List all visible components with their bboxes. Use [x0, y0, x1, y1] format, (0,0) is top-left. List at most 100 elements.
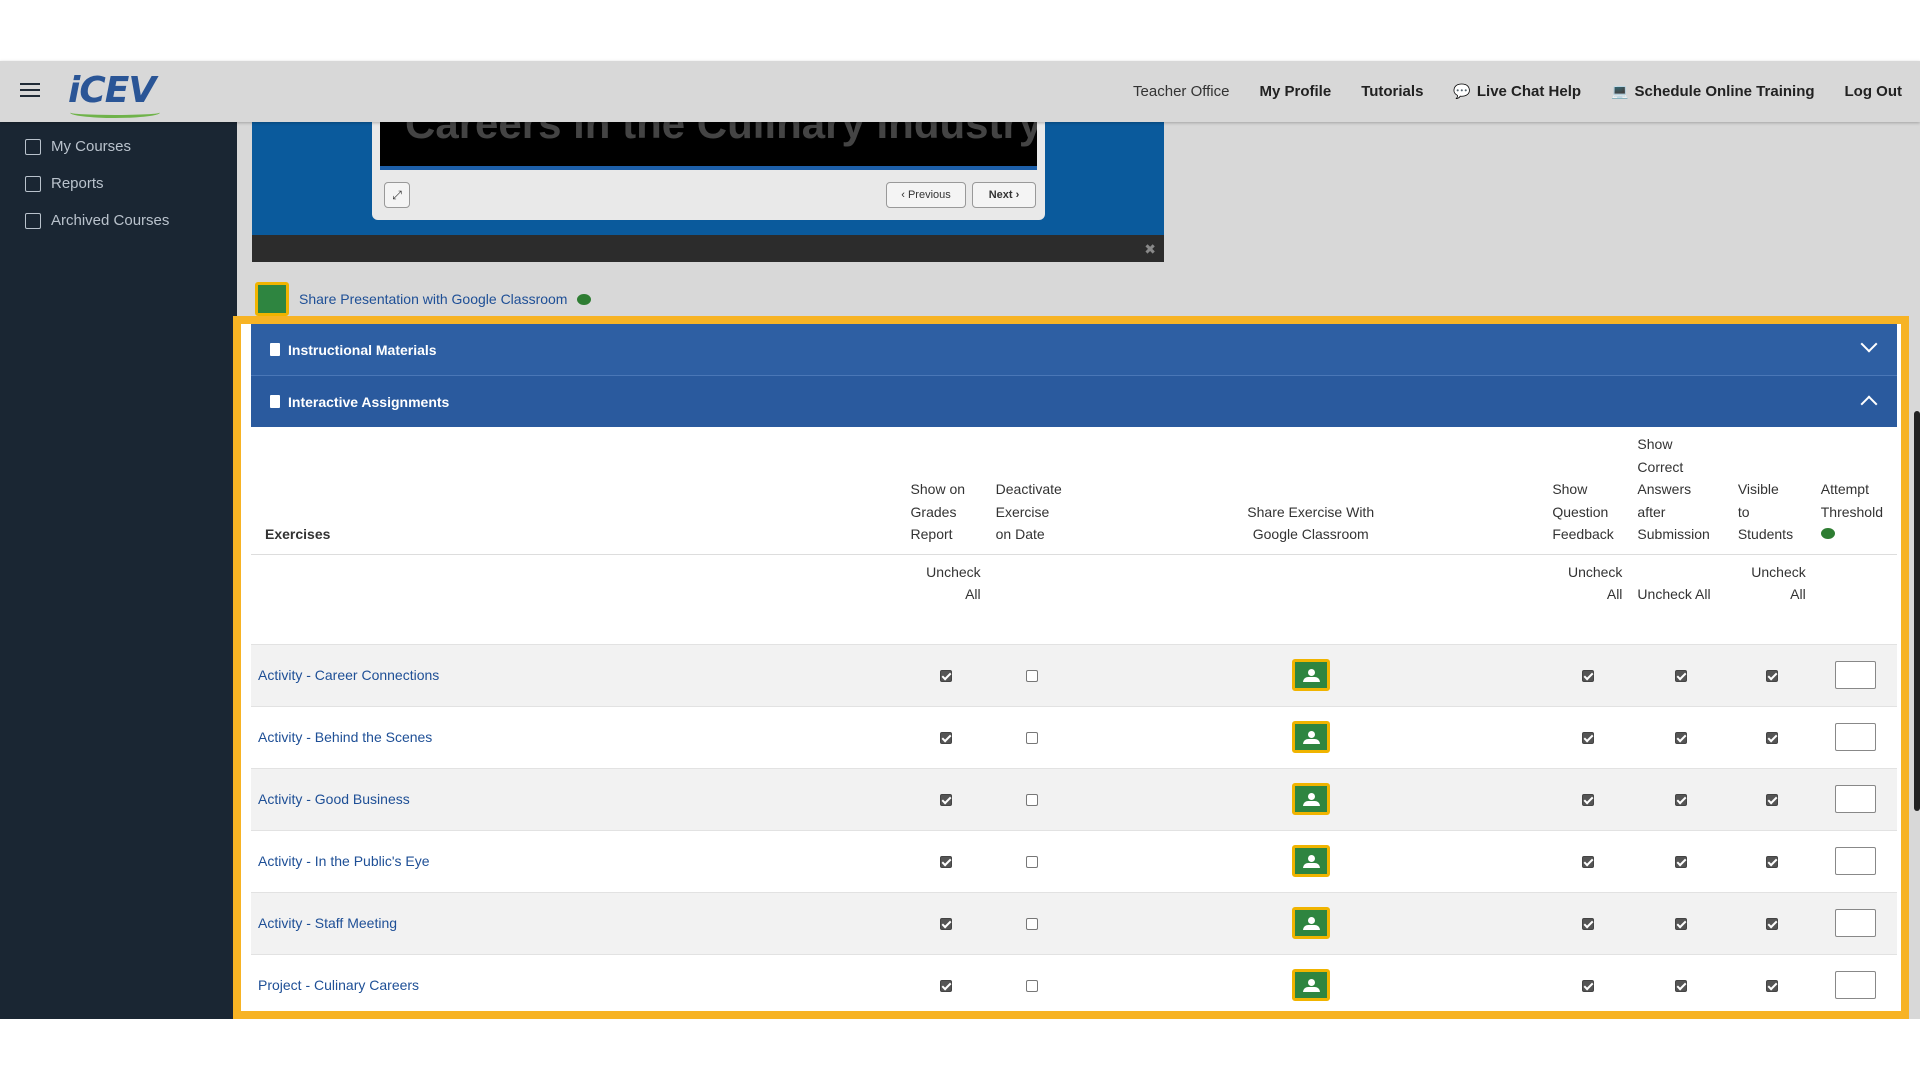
sidebar-item-my-courses[interactable]: My Courses: [0, 128, 237, 165]
question-feedback-checkbox[interactable]: [1581, 980, 1594, 993]
exercise-link[interactable]: Activity - Behind the Scenes: [258, 729, 432, 745]
accordion-instructional-materials[interactable]: Instructional Materials: [251, 324, 1897, 375]
question-feedback-checkbox[interactable]: [1581, 732, 1594, 745]
show-on-grades-checkbox[interactable]: [940, 918, 953, 931]
header-line: Exercise: [995, 503, 1050, 520]
header-line: Correct: [1637, 458, 1684, 475]
nav-teacher-office[interactable]: Teacher Office: [1133, 83, 1229, 100]
link-line: All: [965, 586, 981, 602]
question-feedback-checkbox[interactable]: [1581, 670, 1594, 683]
google-classroom-share-icon[interactable]: [1291, 659, 1330, 691]
sidebar-item-label: My Courses: [51, 138, 132, 155]
exercise-link[interactable]: Project - Culinary Careers: [258, 977, 419, 993]
nav-tutorials[interactable]: Tutorials: [1361, 83, 1423, 100]
question-feedback-checkbox[interactable]: [1581, 918, 1594, 931]
exercise-link[interactable]: Activity - Good Business: [258, 791, 410, 807]
google-classroom-share-icon[interactable]: [1291, 969, 1330, 1001]
exercise-link[interactable]: Activity - Staff Meeting: [258, 915, 397, 931]
attempt-threshold-input[interactable]: [1834, 785, 1876, 813]
attempt-threshold-input[interactable]: [1834, 847, 1876, 875]
google-classroom-share-icon[interactable]: [1291, 845, 1330, 877]
show-on-grades-checkbox[interactable]: [940, 794, 953, 807]
header-grades-report: Show on Grades Report: [904, 427, 989, 554]
visible-to-students-checkbox[interactable]: [1766, 856, 1779, 869]
link-line: Uncheck: [1567, 563, 1623, 580]
nav-log-out[interactable]: Log Out: [1845, 83, 1902, 100]
correct-answers-checkbox[interactable]: [1674, 732, 1687, 745]
comment-icon[interactable]: [1820, 528, 1835, 539]
cell: [1545, 1016, 1630, 1019]
correct-answers-checkbox[interactable]: [1674, 856, 1687, 869]
accordion-title: Interactive Assignments: [288, 393, 450, 410]
visible-to-students-checkbox[interactable]: [1766, 670, 1779, 683]
logo-swoosh: [70, 107, 160, 118]
expand-icon[interactable]: ⤢: [384, 182, 410, 208]
comment-icon[interactable]: [577, 293, 592, 305]
deactivate-exercise-checkbox[interactable]: [1026, 670, 1039, 683]
link-line: All: [1606, 586, 1623, 602]
assignments-panel: Instructional Materials Interactive Assi…: [233, 316, 1909, 1019]
show-on-grades-checkbox[interactable]: [940, 856, 953, 869]
nav-my-profile[interactable]: My Profile: [1260, 83, 1332, 100]
correct-answers-checkbox[interactable]: [1674, 794, 1687, 807]
visible-to-students-checkbox[interactable]: [1766, 732, 1779, 745]
previous-button[interactable]: ‹ Previous: [886, 182, 966, 208]
cell: [1630, 767, 1731, 830]
correct-answers-checkbox[interactable]: [1674, 670, 1687, 683]
nav-schedule-training[interactable]: 💻 Schedule Online Training: [1611, 83, 1814, 100]
correct-answers-checkbox[interactable]: [1674, 980, 1687, 993]
table-row: Project - Culinary Careers: [251, 953, 1897, 1011]
menu-icon[interactable]: [20, 83, 40, 99]
header-line: Visible: [1737, 481, 1779, 497]
exercise-link[interactable]: Activity - In the Public's Eye: [258, 853, 430, 869]
sidebar: My Courses Reports Archived Courses: [0, 122, 237, 1019]
show-on-grades-checkbox[interactable]: [940, 980, 953, 993]
uncheck-all-grades[interactable]: Uncheck All: [903, 553, 989, 644]
slide-title: Careers in the Culinary Industry: [405, 122, 1037, 147]
cell: [1730, 829, 1814, 892]
next-button[interactable]: Next ›: [972, 182, 1036, 208]
uncheck-all-visible[interactable]: Uncheck All: [1730, 553, 1814, 644]
deactivate-exercise-checkbox[interactable]: [1026, 918, 1039, 931]
page-scrollbar[interactable]: [1914, 411, 1920, 811]
accordion-interactive-assignments[interactable]: Interactive Assignments: [251, 375, 1897, 427]
cell: [1545, 705, 1631, 768]
question-feedback-checkbox[interactable]: [1581, 794, 1594, 807]
share-presentation-link[interactable]: Share Presentation with Google Classroom: [255, 282, 592, 316]
visible-to-students-checkbox[interactable]: [1766, 918, 1779, 931]
google-classroom-share-icon[interactable]: [1291, 721, 1330, 753]
correct-answers-checkbox[interactable]: [1674, 918, 1687, 931]
uncheck-all-correct[interactable]: Uncheck All: [1630, 553, 1731, 644]
sidebar-item-reports[interactable]: Reports: [0, 165, 237, 202]
attempt-threshold-input[interactable]: [1834, 661, 1876, 689]
attempt-threshold-input[interactable]: [1834, 723, 1876, 751]
google-classroom-share-icon[interactable]: [1291, 783, 1330, 815]
visible-to-students-checkbox[interactable]: [1766, 980, 1779, 993]
sidebar-item-archived-courses[interactable]: Archived Courses: [0, 202, 237, 239]
question-feedback-checkbox[interactable]: [1581, 856, 1594, 869]
deactivate-exercise-checkbox[interactable]: [1026, 980, 1039, 993]
cell: [903, 891, 989, 954]
uncheck-all-feedback[interactable]: Uncheck All: [1545, 553, 1631, 644]
deactivate-exercise-checkbox[interactable]: [1026, 794, 1039, 807]
google-classroom-share-icon[interactable]: [1291, 907, 1330, 939]
cell: [1813, 767, 1897, 830]
exercise-link[interactable]: Activity - Career Connections: [258, 667, 439, 683]
header-line: Students: [1737, 526, 1794, 542]
nav-live-chat-help[interactable]: 💬 Live Chat Help: [1453, 83, 1581, 100]
attempt-threshold-input[interactable]: [1834, 909, 1876, 937]
cell: [1545, 891, 1631, 954]
visible-to-students-checkbox[interactable]: [1766, 794, 1779, 807]
show-on-grades-checkbox[interactable]: [940, 670, 953, 683]
fullscreen-icon[interactable]: ✖: [1144, 241, 1156, 258]
deactivate-exercise-checkbox[interactable]: [1026, 732, 1039, 745]
header-line: Deactivate: [995, 481, 1062, 497]
icev-logo[interactable]: iCEV: [68, 71, 160, 118]
header-visible-to-students: Visible to Students: [1731, 427, 1814, 554]
attempt-threshold-input[interactable]: [1834, 971, 1876, 999]
cell: [1545, 767, 1631, 830]
deactivate-exercise-checkbox[interactable]: [1026, 856, 1039, 869]
table-row: Activity - Staff Meeting: [251, 891, 1897, 954]
show-on-grades-checkbox[interactable]: [940, 732, 953, 745]
home-icon: [25, 138, 41, 155]
